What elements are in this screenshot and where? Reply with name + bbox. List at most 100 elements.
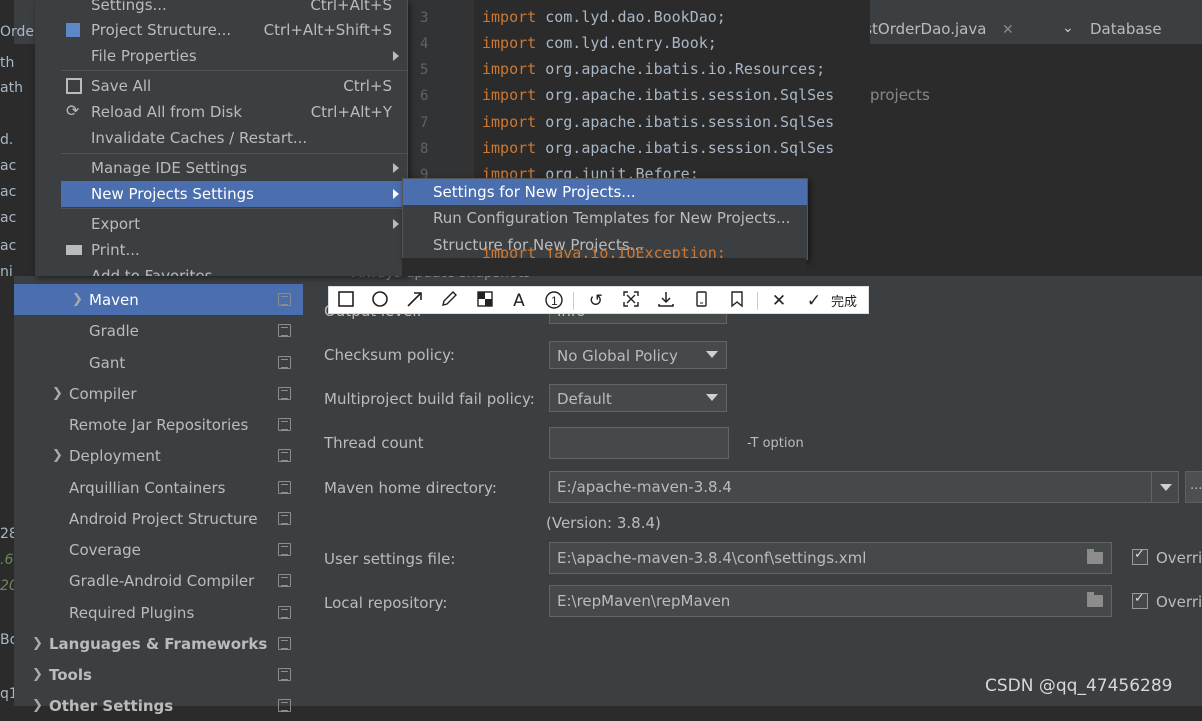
screenshot-toolbar: A 1 ↺ ✕ ✓ 完成	[328, 286, 869, 314]
menu-item-save-all[interactable]: Save All Ctrl+S	[61, 73, 407, 99]
menu-item-add-to-favorites[interactable]: Add to Favorites	[61, 263, 407, 276]
settings-dialog: ❯ Maven Gradle Gant ❯ Compiler Remote Ja…	[14, 276, 1202, 715]
menu-item-reload[interactable]: ⟳ Reload All from Disk Ctrl+Alt+Y	[61, 99, 407, 125]
check-icon[interactable]: ✓	[803, 290, 825, 312]
bookmark-icon[interactable]	[726, 290, 748, 312]
line-number: 3	[420, 10, 429, 26]
maven-home-label: Maven home directory:	[324, 479, 497, 497]
submenu-item-settings-new-projects[interactable]: Settings for New Projects...	[403, 179, 807, 205]
nav-item-remote-jar[interactable]: Remote Jar Repositories	[14, 409, 303, 440]
nav-item-gradle[interactable]: Gradle	[14, 315, 303, 346]
nav-item-gant[interactable]: Gant	[14, 347, 303, 378]
chevron-down-icon	[706, 351, 718, 358]
nav-item-label: Gant	[89, 353, 126, 372]
download-icon[interactable]	[655, 290, 677, 312]
text-icon[interactable]: A	[508, 290, 530, 312]
browse-button[interactable]: ...	[1185, 471, 1202, 503]
fail-policy-select[interactable]: Default	[549, 384, 727, 412]
undo-icon[interactable]: ↺	[585, 290, 607, 312]
checksum-policy-value: No Global Policy	[557, 347, 678, 365]
page-icon	[278, 356, 291, 369]
nav-item-android-structure[interactable]: Android Project Structure	[14, 503, 303, 534]
page-icon	[278, 606, 291, 619]
fail-policy-value: Default	[557, 390, 612, 408]
nav-item-label: Maven	[89, 290, 139, 309]
rectangle-icon[interactable]	[335, 290, 357, 312]
bg-text: .6	[0, 552, 14, 568]
nav-item-gradle-android[interactable]: Gradle-Android Compiler	[14, 565, 303, 596]
nav-item-coverage[interactable]: Coverage	[14, 534, 303, 565]
override-settings-checkbox[interactable]	[1132, 547, 1148, 565]
print-icon	[66, 245, 82, 255]
nav-item-maven[interactable]: ❯ Maven	[14, 284, 303, 315]
page-icon	[278, 449, 291, 462]
maven-home-value: E:/apache-maven-3.8.4	[557, 478, 732, 496]
nav-item-tools[interactable]: ❯ Tools	[14, 659, 303, 690]
menu-item-project-structure[interactable]: Project Structure... Ctrl+Alt+Shift+S	[61, 17, 407, 43]
folder-icon[interactable]	[1087, 592, 1103, 607]
page-icon	[278, 481, 291, 494]
toolbar-divider	[573, 292, 574, 310]
nav-item-required-plugins[interactable]: Required Plugins	[14, 597, 303, 628]
editor-tab-order-dao[interactable]: estOrderDao.java	[855, 20, 986, 38]
nav-item-arquillian[interactable]: Arquillian Containers	[14, 472, 303, 503]
menu-separator	[61, 153, 407, 154]
menu-item-export[interactable]: Export	[61, 211, 407, 237]
done-label[interactable]: 完成	[831, 291, 857, 310]
maven-settings-panel: Output level: Info Checksum policy: No G…	[303, 276, 1202, 706]
menu-item-manage-ide-settings[interactable]: Manage IDE Settings	[61, 155, 407, 181]
submenu-arrow-icon	[393, 163, 399, 173]
nav-item-label: Tools	[49, 665, 92, 684]
menu-icon-rail	[35, 0, 61, 276]
project-structure-icon	[66, 23, 80, 37]
nav-item-deployment[interactable]: ❯ Deployment	[14, 440, 303, 471]
nav-item-label: Arquillian Containers	[69, 478, 226, 497]
nav-item-label: Gradle	[89, 321, 139, 340]
code-line: import org.apache.ibatis.session.SqlSes	[482, 113, 835, 131]
arrow-icon[interactable]	[404, 290, 426, 312]
chevron-down-icon[interactable]: ⌄	[1062, 20, 1074, 36]
submenu-item-run-config-templates[interactable]: Run Configuration Templates for New Proj…	[403, 205, 807, 231]
pen-icon[interactable]	[438, 290, 460, 312]
thread-hint: -T option	[747, 436, 804, 451]
local-repo-input[interactable]: E:\repMaven\repMaven	[549, 585, 1112, 617]
page-icon	[278, 387, 291, 400]
local-repo-value: E:\repMaven\repMaven	[557, 592, 731, 610]
maven-home-combo[interactable]: E:/apache-maven-3.8.4	[549, 471, 1179, 503]
menu-item-invalidate-caches[interactable]: Invalidate Caches / Restart...	[61, 125, 407, 151]
checksum-policy-select[interactable]: No Global Policy	[549, 341, 727, 369]
thread-count-input[interactable]	[549, 427, 729, 459]
chevron-down-icon	[706, 394, 718, 401]
file-menu: Settings... Ctrl+Alt+S Project Structure.…	[35, 0, 408, 276]
nav-item-label: Gradle-Android Compiler	[69, 571, 255, 590]
menu-item-print[interactable]: Print...	[61, 237, 407, 263]
submenu-shadow-gap	[402, 258, 806, 276]
nav-item-label: Remote Jar Repositories	[69, 415, 249, 434]
bg-text: ac	[0, 184, 17, 200]
crop-icon[interactable]	[620, 290, 642, 312]
bg-text: ac	[0, 158, 17, 174]
database-tool-tab[interactable]: Database	[1090, 20, 1162, 38]
bg-text: ni	[0, 264, 13, 280]
menu-item-settings[interactable]: Settings... Ctrl+Alt+S	[61, 0, 407, 18]
phone-icon[interactable]	[690, 290, 712, 312]
override-repo-checkbox[interactable]	[1132, 591, 1148, 609]
mosaic-icon[interactable]	[474, 290, 496, 312]
user-settings-value: E:\apache-maven-3.8.4\conf\settings.xml	[557, 549, 867, 567]
user-settings-input[interactable]: E:\apache-maven-3.8.4\conf\settings.xml	[549, 542, 1112, 574]
page-icon	[278, 324, 291, 337]
folder-icon[interactable]	[1087, 549, 1103, 564]
menu-item-new-projects-settings[interactable]: New Projects Settings	[61, 181, 407, 207]
menu-item-file-properties[interactable]: File Properties	[61, 43, 407, 69]
nav-item-languages[interactable]: ❯ Languages & Frameworks	[14, 628, 303, 659]
line-number: 8	[420, 141, 429, 157]
nav-item-compiler[interactable]: ❯ Compiler	[14, 378, 303, 409]
close-icon[interactable]: ✕	[768, 290, 790, 312]
chevron-right-icon: ❯	[32, 667, 43, 682]
thread-count-label: Thread count	[324, 434, 424, 452]
number-icon[interactable]: 1	[543, 290, 565, 312]
ellipse-icon[interactable]	[369, 290, 391, 312]
maven-version-text: (Version: 3.8.4)	[546, 514, 661, 532]
code-line: import org.apache.ibatis.session.SqlSes	[482, 139, 835, 157]
close-icon[interactable]: ✕	[1002, 22, 1014, 38]
